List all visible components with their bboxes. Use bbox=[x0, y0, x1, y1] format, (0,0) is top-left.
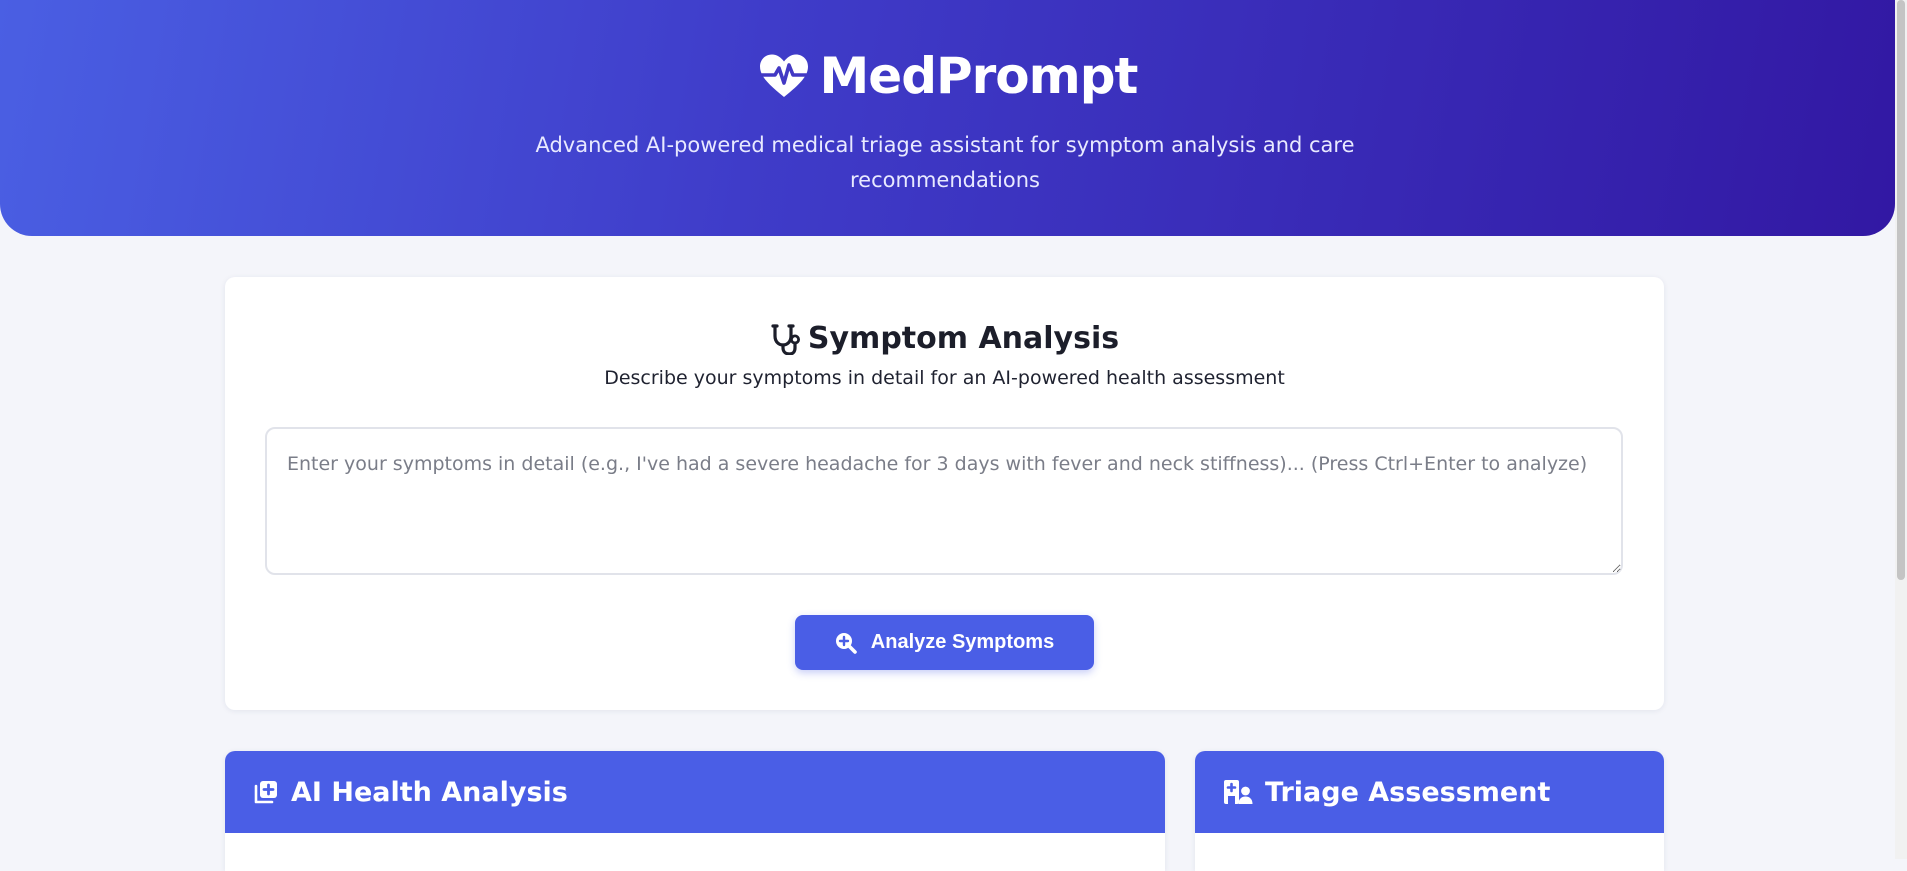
heart-pulse-icon bbox=[758, 53, 810, 99]
app-tagline: Advanced AI-powered medical triage assis… bbox=[535, 133, 1355, 192]
triage-assessment-title: Triage Assessment bbox=[1265, 776, 1551, 808]
browser-scrollbar[interactable] bbox=[1895, 0, 1907, 859]
symptom-analysis-card: Symptom Analysis Describe your symptoms … bbox=[225, 277, 1664, 710]
ai-health-analysis-panel: AI Health Analysis bbox=[225, 751, 1165, 871]
scrollbar-thumb[interactable] bbox=[1897, 0, 1905, 580]
ai-health-analysis-header: AI Health Analysis bbox=[225, 751, 1165, 833]
symptom-input[interactable] bbox=[265, 427, 1623, 575]
symptom-analysis-subtitle: Describe your symptoms in detail for an … bbox=[604, 367, 1285, 389]
symptom-analysis-title: Symptom Analysis bbox=[807, 321, 1120, 356]
triage-assessment-header: Triage Assessment bbox=[1195, 751, 1664, 833]
app-title: MedPrompt bbox=[819, 47, 1139, 105]
search-plus-icon bbox=[835, 632, 857, 654]
hospital-user-icon bbox=[1223, 779, 1253, 805]
triage-assessment-panel: Triage Assessment bbox=[1195, 751, 1664, 871]
brand: MedPrompt bbox=[0, 44, 1895, 108]
stethoscope-icon bbox=[770, 323, 800, 355]
notes-medical-icon bbox=[253, 779, 279, 805]
hero-header: MedPrompt Advanced AI-powered medical tr… bbox=[0, 0, 1895, 236]
analyze-symptoms-button[interactable]: Analyze Symptoms bbox=[795, 615, 1094, 670]
symptom-analysis-heading: Symptom Analysis bbox=[225, 319, 1664, 359]
analyze-symptoms-label: Analyze Symptoms bbox=[870, 631, 1055, 653]
ai-health-analysis-title: AI Health Analysis bbox=[291, 776, 568, 808]
